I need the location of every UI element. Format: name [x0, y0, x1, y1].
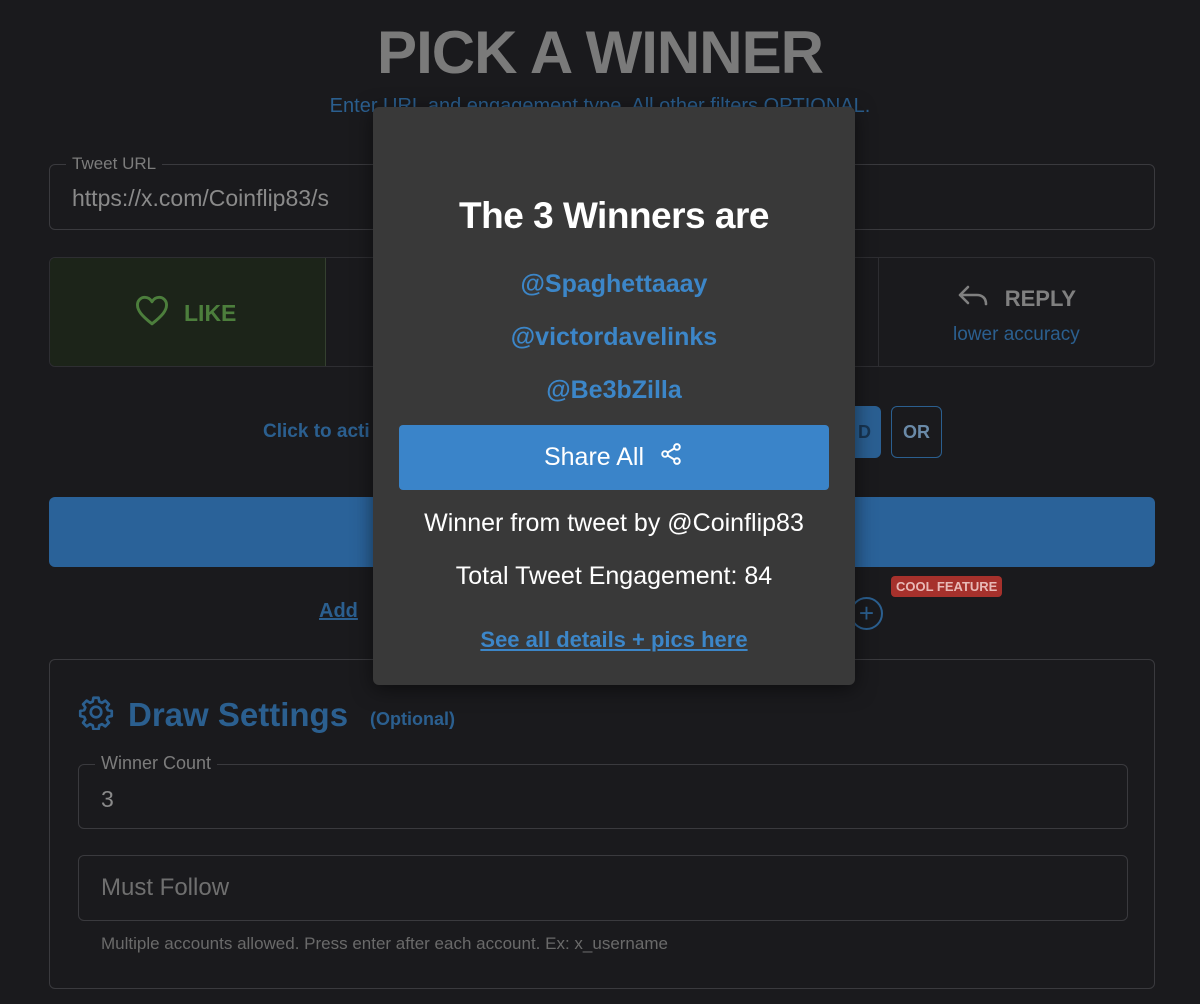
- activate-hint: Click to acti: [263, 421, 370, 442]
- tweet-url-label: Tweet URL: [66, 154, 163, 174]
- winners-modal: The 3 Winners are @Spaghettaaay @victord…: [373, 107, 855, 685]
- winner-count-value[interactable]: 3: [101, 786, 114, 813]
- tweet-url-value[interactable]: https://x.com/Coinflip83/s: [72, 185, 329, 212]
- gear-icon: [78, 694, 114, 735]
- draw-settings-optional: (Optional): [370, 709, 456, 729]
- see-details-link[interactable]: See all details + pics here: [373, 627, 855, 653]
- winner-source-text: Winner from tweet by @Coinflip83: [424, 509, 804, 537]
- winner-handle-2[interactable]: @victordavelinks: [373, 323, 855, 352]
- reply-accuracy-note: lower accuracy: [953, 324, 1080, 345]
- cool-feature-badge: COOL FEATURE: [891, 576, 1003, 597]
- reply-button[interactable]: REPLY lower accuracy: [879, 258, 1154, 366]
- winner-count-field[interactable]: Winner Count 3: [78, 753, 1128, 829]
- heart-icon: [134, 294, 170, 332]
- winner-handle-3[interactable]: @Be3bZilla: [373, 376, 855, 405]
- winner-handle-1[interactable]: @Spaghettaaay: [373, 270, 855, 299]
- or-toggle-button[interactable]: OR: [891, 406, 942, 458]
- winner-count-label: Winner Count: [95, 753, 218, 774]
- total-engagement-text: Total Tweet Engagement: 84: [455, 562, 773, 590]
- draw-settings-panel: Draw Settings (Optional) Winner Count 3 …: [49, 659, 1155, 989]
- like-button[interactable]: LIKE: [50, 258, 327, 366]
- like-label: LIKE: [184, 299, 237, 326]
- share-all-button[interactable]: Share All: [399, 425, 829, 490]
- modal-title: The 3 Winners are: [459, 195, 769, 236]
- draw-settings-title: Draw Settings: [128, 695, 349, 733]
- share-all-label: Share All: [543, 443, 645, 471]
- reply-label: REPLY: [1004, 286, 1077, 311]
- share-icon: [658, 441, 684, 474]
- must-follow-help: Multiple accounts allowed. Press enter a…: [101, 934, 668, 953]
- add-link[interactable]: Add: [319, 600, 358, 623]
- page-title: PICK A WINNER: [377, 19, 824, 86]
- must-follow-input[interactable]: Must Follow: [78, 855, 1128, 921]
- reply-arrow-icon: [957, 284, 989, 314]
